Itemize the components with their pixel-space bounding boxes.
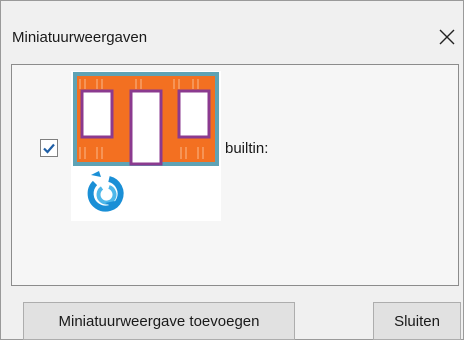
dialog-title: Miniatuurweergaven	[12, 29, 148, 46]
app-logo-icon	[87, 171, 124, 212]
thumbnails-dialog: Miniatuurweergaven builtin: Miniatuurwee…	[0, 0, 464, 340]
thumbnail-list[interactable]: builtin:	[11, 64, 459, 286]
item-checkbox[interactable]	[40, 139, 58, 157]
checkmark-icon	[43, 143, 55, 154]
close-dialog-button[interactable]: Sluiten	[373, 302, 461, 340]
close-button[interactable]	[435, 23, 459, 49]
wall-frame-thumbnail	[73, 72, 219, 212]
item-label: builtin:	[225, 140, 269, 157]
item-thumbnail	[71, 71, 221, 221]
add-thumbnail-button[interactable]: Miniatuurweergave toevoegen	[23, 302, 295, 340]
title-bar: Miniatuurweergaven	[1, 1, 463, 59]
close-icon	[439, 29, 455, 45]
list-item[interactable]: builtin:	[12, 65, 458, 225]
